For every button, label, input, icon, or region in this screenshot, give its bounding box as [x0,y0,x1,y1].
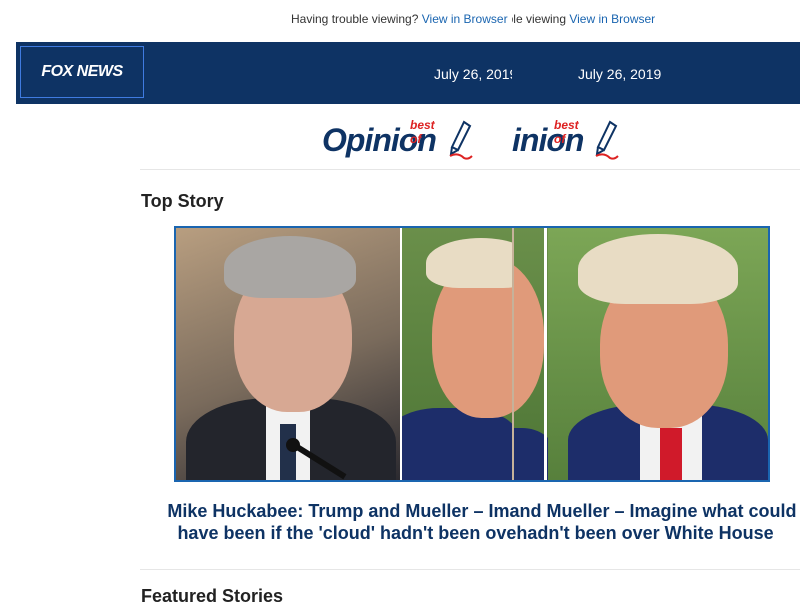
divider [140,169,800,170]
section-title-featured-stories: Featured Stories [141,586,284,606]
top-story-image[interactable] [174,226,770,482]
headline-fragment-duplicate: and Mueller – Imagine what could [509,501,797,521]
image-panel-mueller [176,228,400,480]
best-of-tag-duplicate: best of [554,118,579,146]
fox-news-logo[interactable]: FOX NEWS [20,46,144,98]
image-panel-trump-duplicate [548,228,768,480]
preheader-text: Having trouble viewing? View in Browser [291,12,508,26]
pen-icon [449,120,473,160]
preheader-text-duplicate: Having trouble viewing? View in Browser [512,12,655,26]
logo-text: FOX NEWS [41,63,123,80]
best-of-opinion-banner-duplicate: inion best of [512,116,619,164]
image-panel-fragment [514,228,548,480]
headline-fragment: have been if the 'cloud' hadn't been ove [177,523,517,543]
section-title-top-story: Top Story [141,191,224,211]
trouble-text-duplicate: Having trouble viewing? [512,12,566,26]
email-header: FOX NEWS July 26, 2019 July 26, 2019 [16,42,800,104]
best-of-tag: best of [410,118,435,146]
header-date-duplicate: July 26, 2019 [578,66,662,82]
trouble-text: Having trouble viewing? [291,12,419,26]
headline-line-2: have been if the 'cloud' hadn't been ove… [140,522,800,544]
view-in-browser-link[interactable]: View in Browser [422,12,508,26]
best-of-opinion-banner: Opinion best of [322,116,473,164]
divider [140,569,800,570]
view-in-browser-link-duplicate[interactable]: View in Browser [569,12,655,26]
top-story-headline[interactable]: Mike Huckabee: Trump and Mueller – Imand… [140,500,800,544]
pen-icon [595,120,619,160]
headline-fragment-duplicate: hadn't been over White House [516,523,774,543]
preheader: Having trouble viewing? View in Browser … [0,12,800,30]
header-date: July 26, 2019 [434,66,512,82]
image-separator [544,228,547,480]
headline-line-1: Mike Huckabee: Trump and Mueller – Imand… [140,500,800,522]
headline-fragment: Mike Huckabee: Trump and Mueller – Im [167,501,510,521]
image-panel-trump [402,228,512,480]
